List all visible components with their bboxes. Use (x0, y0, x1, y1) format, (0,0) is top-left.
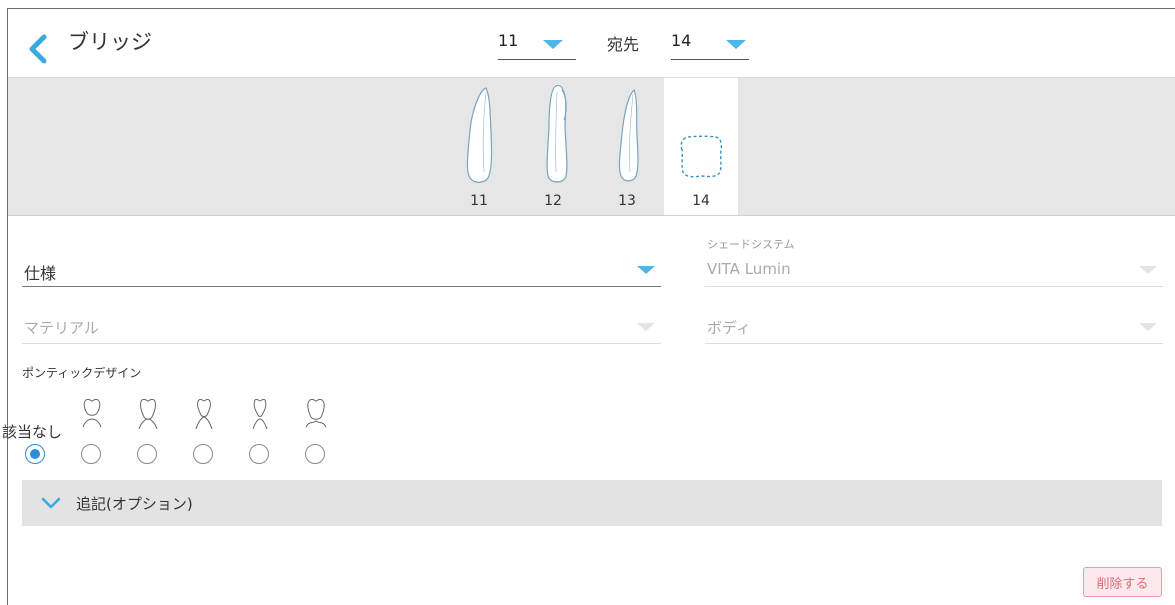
pontic-option-1[interactable] (72, 397, 112, 477)
chevron-down-icon (543, 40, 563, 49)
radio-button[interactable] (81, 444, 101, 464)
tooth-11[interactable]: 11 (442, 78, 516, 215)
notes-label: 追記(オプション) (76, 495, 193, 513)
chevron-down-icon (1139, 266, 1157, 274)
pontic-option-3[interactable] (184, 397, 224, 477)
tooth-12[interactable]: 12 (516, 78, 590, 215)
to-tooth-value: 14 (671, 31, 692, 50)
radio-button[interactable] (137, 444, 157, 464)
from-tooth-value: 11 (498, 31, 519, 50)
pontic-design-5-icon (305, 398, 327, 428)
chevron-down-icon (1139, 323, 1157, 331)
chevron-down-icon (637, 323, 655, 331)
tooth-number: 14 (692, 193, 710, 209)
chevron-down-icon (41, 497, 61, 509)
body-placeholder: ボディ (707, 319, 751, 337)
premolar-tooth-icon (618, 88, 639, 182)
spec-select[interactable]: 仕様 (22, 254, 661, 287)
chevron-down-icon (726, 40, 746, 49)
radio-button[interactable] (193, 444, 213, 464)
incisor-tooth-icon (466, 87, 493, 183)
radio-button[interactable] (305, 444, 325, 464)
material-placeholder: マテリアル (24, 319, 99, 337)
tooth-number: 13 (618, 193, 636, 209)
pontic-design-label: ポンティックデザイン (22, 366, 142, 380)
radio-button[interactable] (249, 444, 269, 464)
to-tooth-select[interactable]: 14 (671, 29, 749, 60)
body-select[interactable]: ボディ (705, 311, 1163, 344)
spec-value: 仕様 (24, 264, 57, 283)
back-arrow-icon[interactable] (26, 31, 52, 67)
tooth-14[interactable]: 14 (664, 78, 738, 215)
delete-button[interactable]: 削除する (1083, 567, 1162, 597)
from-tooth-select[interactable]: 11 (498, 29, 576, 60)
chevron-down-icon (637, 266, 655, 274)
shade-system-select[interactable]: VITA Lumin (705, 254, 1163, 287)
material-select[interactable]: マテリアル (22, 311, 661, 344)
tooth-number: 12 (544, 193, 562, 209)
tooth-selector-strip: 11 12 13 14 (8, 77, 1175, 216)
bridge-panel: ブリッジ 11 宛先 14 11 12 13 14 仕様 シェードシステム VI… (2, 8, 1175, 605)
radio-button[interactable] (25, 444, 45, 464)
tooth-number: 11 (470, 193, 488, 209)
pontic-option-none[interactable] (16, 397, 56, 477)
notes-expander[interactable]: 追記(オプション) (22, 480, 1162, 526)
pontic-design-1-icon (82, 398, 102, 428)
page-title: ブリッジ (68, 30, 152, 54)
missing-tooth-outline-icon (680, 135, 723, 178)
pontic-design-4-icon (252, 398, 268, 430)
tooth-13[interactable]: 13 (590, 78, 664, 215)
pontic-option-5[interactable] (296, 397, 336, 477)
to-label: 宛先 (607, 35, 640, 54)
canine-tooth-icon (546, 84, 568, 183)
shade-system-label: シェードシステム (707, 238, 795, 251)
pontic-design-2-icon (138, 398, 158, 430)
pontic-option-4[interactable] (240, 397, 280, 477)
pontic-design-3-icon (195, 398, 213, 430)
shade-system-value: VITA Lumin (707, 260, 791, 278)
pontic-option-2[interactable] (128, 397, 168, 477)
